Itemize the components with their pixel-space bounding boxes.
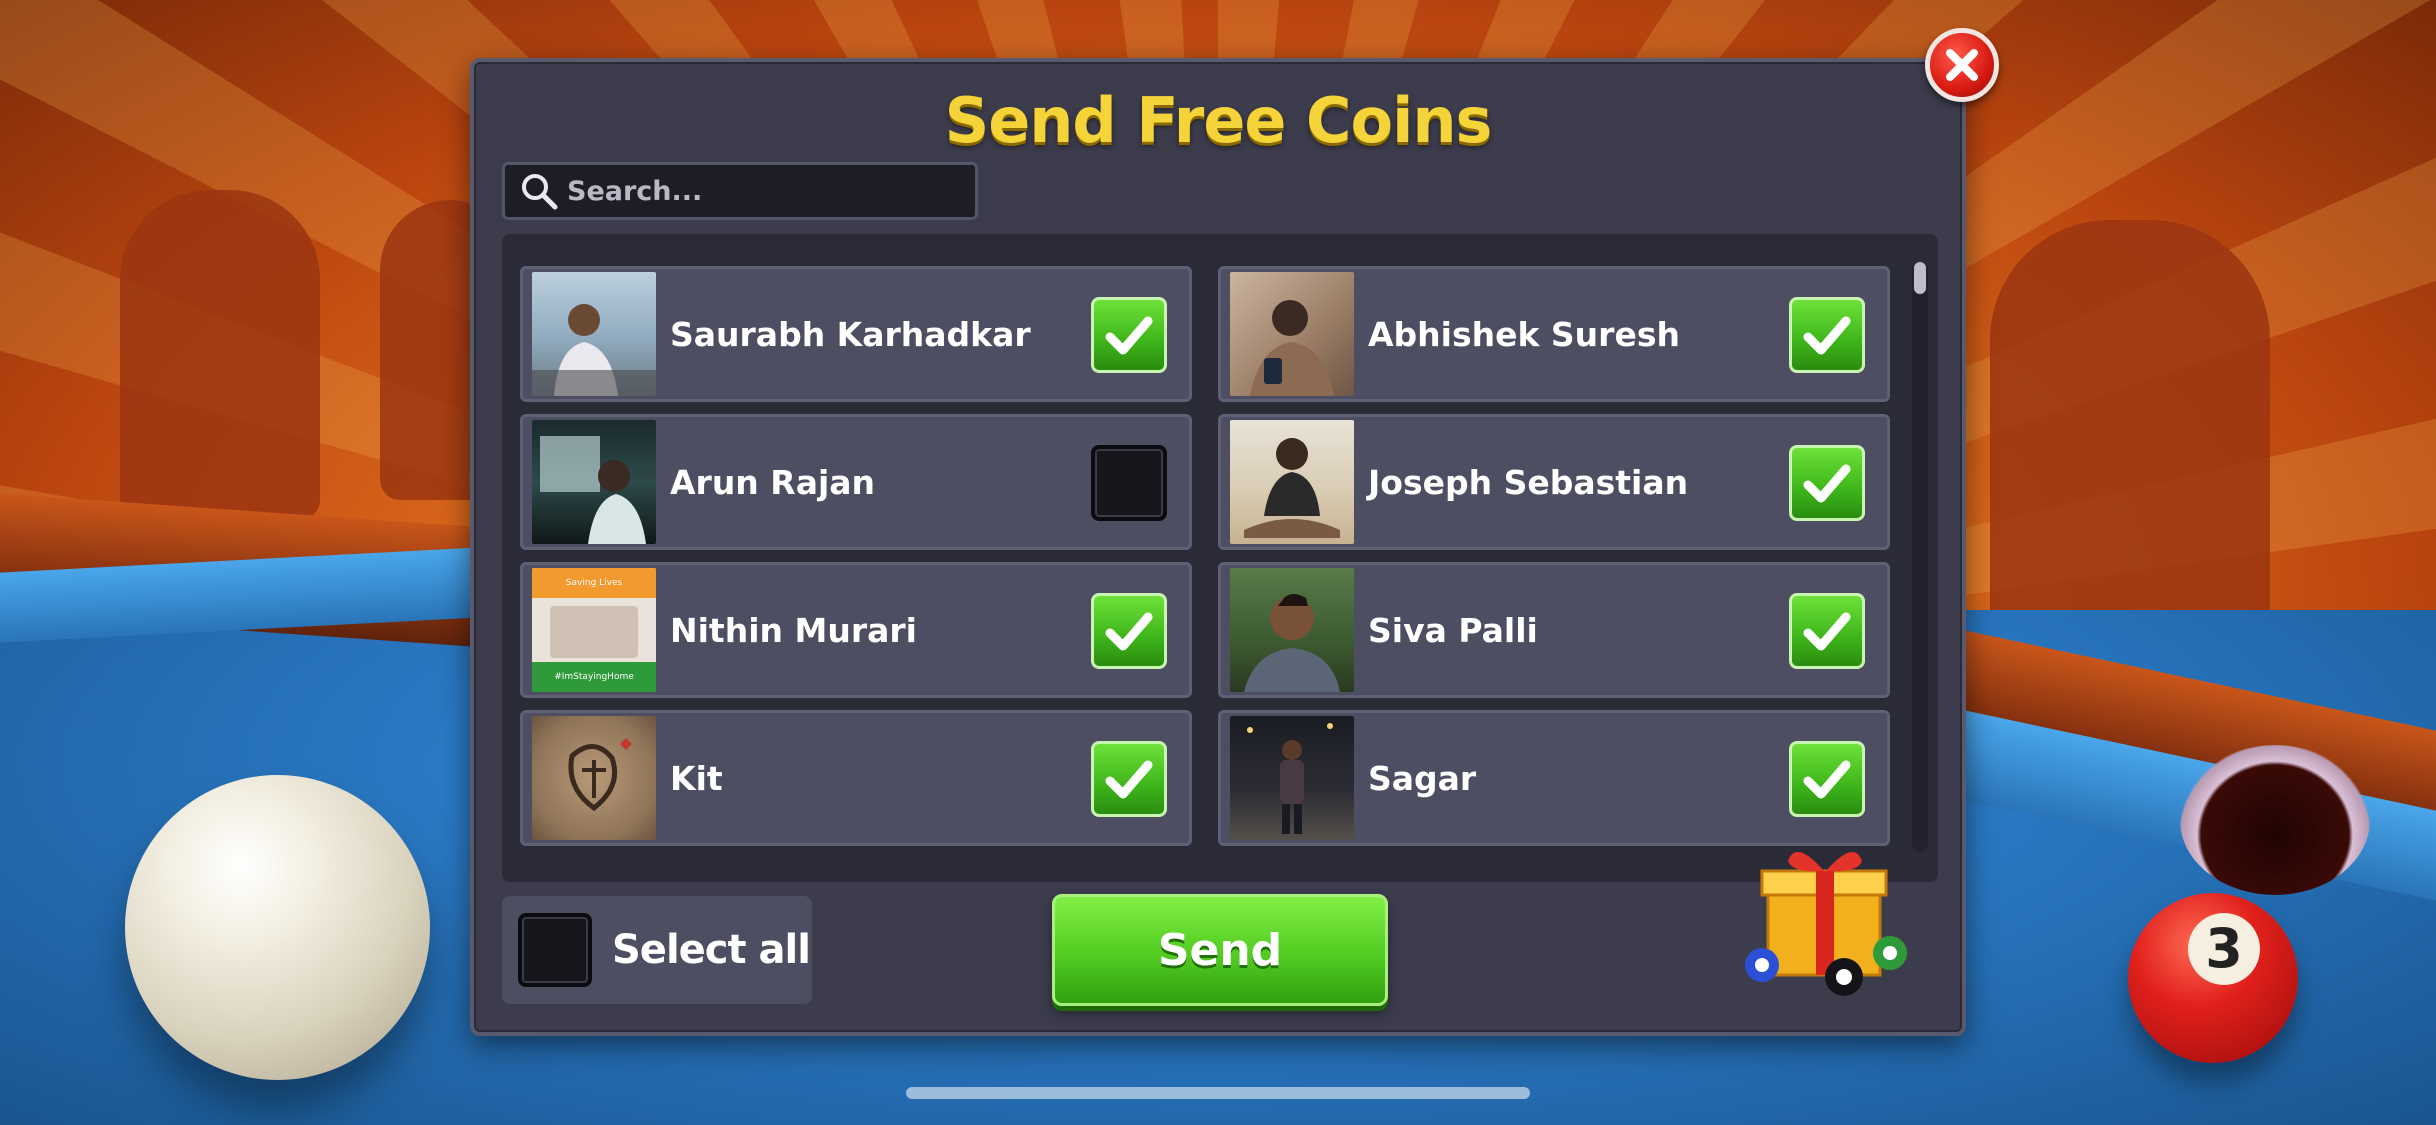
checkmark-icon xyxy=(1803,316,1851,355)
scrollbar-thumb[interactable] xyxy=(1914,262,1926,294)
friend-name: Joseph Sebastian xyxy=(1368,462,1689,502)
search-box[interactable] xyxy=(502,162,978,220)
friend-avatar xyxy=(1230,420,1354,544)
friend-avatar xyxy=(532,272,656,396)
friend-name: Siva Palli xyxy=(1368,610,1538,650)
friend-card[interactable]: Arun Rajan xyxy=(520,414,1192,550)
select-all-label: Select all xyxy=(612,927,811,973)
friend-name: Kit xyxy=(670,758,723,798)
checkmark-icon xyxy=(1105,760,1153,799)
cue-ball xyxy=(125,775,430,1080)
select-all-toggle[interactable]: Select all xyxy=(502,896,812,1004)
friend-name: Nithin Murari xyxy=(670,610,917,650)
friend-card[interactable]: Saurabh Karhadkar xyxy=(520,266,1192,402)
checkmark-icon xyxy=(1105,612,1153,651)
friend-name: Arun Rajan xyxy=(670,462,876,502)
ball-number: 3 xyxy=(2188,913,2260,985)
friend-card[interactable]: Joseph Sebastian xyxy=(1218,414,1890,550)
avatar-caption-top: Saving Lives xyxy=(532,568,656,598)
friend-avatar xyxy=(1230,568,1354,692)
friend-name: Sagar xyxy=(1368,758,1477,798)
friend-avatar: Saving Lives #ImStayingHome xyxy=(532,568,656,692)
friend-checkbox[interactable] xyxy=(1091,741,1167,817)
close-button[interactable] xyxy=(1925,28,1999,102)
checkmark-icon xyxy=(1803,612,1851,651)
friend-name: Abhishek Suresh xyxy=(1368,314,1680,354)
checkmark-icon xyxy=(1803,760,1851,799)
friend-avatar xyxy=(1230,716,1354,840)
friend-checkbox[interactable] xyxy=(1789,297,1865,373)
checkmark-icon xyxy=(1803,464,1851,503)
friend-checkbox[interactable] xyxy=(1091,593,1167,669)
friend-card[interactable]: Saving Lives #ImStayingHome Nithin Murar… xyxy=(520,562,1192,698)
friend-name: Saurabh Karhadkar xyxy=(670,314,1031,354)
friend-card[interactable]: Abhishek Suresh xyxy=(1218,266,1890,402)
friend-checkbox[interactable] xyxy=(1091,445,1167,521)
gift-box-icon xyxy=(1745,852,1907,996)
friend-card[interactable]: Siva Palli xyxy=(1218,562,1890,698)
scrollbar[interactable] xyxy=(1912,262,1928,852)
search-input[interactable] xyxy=(567,166,947,216)
friend-checkbox[interactable] xyxy=(1091,297,1167,373)
friends-list-panel[interactable]: Saurabh Karhadkar Abhishek Suresh Arun R… xyxy=(502,234,1938,882)
friend-checkbox[interactable] xyxy=(1789,593,1865,669)
friend-checkbox[interactable] xyxy=(1789,741,1865,817)
friend-card[interactable]: Sagar xyxy=(1218,710,1890,846)
player-silhouette xyxy=(120,190,320,520)
search-icon xyxy=(522,174,558,210)
close-icon xyxy=(1946,49,1978,81)
home-indicator[interactable] xyxy=(906,1087,1530,1099)
checkmark-icon xyxy=(1105,316,1153,355)
select-all-checkbox[interactable] xyxy=(518,913,592,987)
friend-card[interactable]: Kit xyxy=(520,710,1192,846)
avatar-caption-bottom: #ImStayingHome xyxy=(532,662,656,692)
send-button[interactable]: Send xyxy=(1052,894,1388,1006)
friend-avatar xyxy=(532,716,656,840)
table-pocket xyxy=(2180,745,2370,895)
friends-grid: Saurabh Karhadkar Abhishek Suresh Arun R… xyxy=(520,266,1900,846)
dialog-title: Send Free Coins xyxy=(944,84,1493,157)
friend-avatar xyxy=(532,420,656,544)
friend-avatar xyxy=(1230,272,1354,396)
friend-checkbox[interactable] xyxy=(1789,445,1865,521)
red-ball-three: 3 xyxy=(2128,893,2298,1063)
